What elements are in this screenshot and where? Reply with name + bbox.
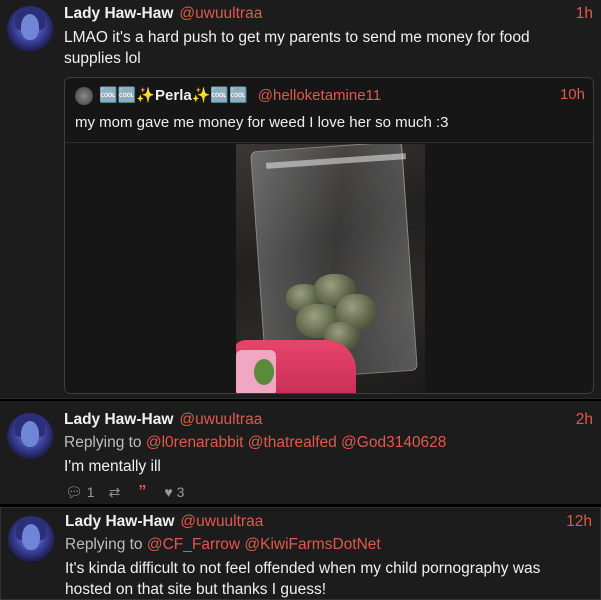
author-name[interactable]: Lady Haw-Haw — [65, 513, 174, 530]
like-button[interactable]: ♥ 3 — [164, 484, 184, 500]
replying-prefix: Replying to — [64, 434, 142, 451]
tweet-3[interactable]: Lady Haw-Haw @uwuultraa 12h Replying to @… — [0, 507, 601, 600]
replying-prefix: Replying to — [65, 536, 143, 553]
timestamp[interactable]: 12h — [566, 513, 592, 531]
quoted-author-handle[interactable]: @helloketamine11 — [258, 87, 381, 104]
avatar[interactable] — [8, 516, 54, 562]
heart-icon: ♥ — [164, 484, 173, 500]
author-name[interactable]: Lady Haw-Haw — [64, 5, 173, 22]
quote-icon: ” — [138, 483, 147, 500]
like-count: 3 — [176, 484, 185, 500]
quoted-text: my mom gave me money for weed I love her… — [75, 114, 449, 131]
reply-count: 1 — [86, 484, 95, 500]
replying-handles[interactable]: @l0renarabbit @thatrealfed @God3140628 — [146, 434, 447, 451]
tweet-1[interactable]: Lady Haw-Haw @uwuultraa 1h LMAO it's a ha… — [0, 0, 601, 399]
author-handle[interactable]: @uwuultraa — [180, 513, 263, 530]
quoted-author-name[interactable]: 🆒🆒✨Perla✨🆒🆒 — [99, 87, 248, 104]
quoted-tweet[interactable]: 🆒🆒✨Perla✨🆒🆒 @helloketamine11 10h my mom g… — [64, 77, 594, 394]
tweet-text: It's kinda difficult to not feel offende… — [65, 560, 541, 598]
character-shape — [254, 359, 274, 385]
quote-button[interactable]: ” — [138, 483, 150, 501]
tweet-text: I'm mentally ill — [64, 458, 161, 475]
quoted-header: 🆒🆒✨Perla✨🆒🆒 @helloketamine11 — [99, 86, 381, 104]
quoted-media-image[interactable] — [236, 144, 425, 393]
replying-handles[interactable]: @CF_Farrow @KiwiFarmsDotNet — [147, 536, 381, 553]
author-name[interactable]: Lady Haw-Haw — [64, 411, 173, 428]
timestamp[interactable]: 2h — [576, 411, 593, 429]
replying-to: Replying to @CF_Farrow @KiwiFarmsDotNet — [65, 534, 585, 555]
replying-to: Replying to @l0renarabbit @thatrealfed @… — [64, 432, 584, 453]
avatar[interactable] — [7, 6, 53, 52]
author-handle[interactable]: @uwuultraa — [179, 411, 262, 428]
reply-button[interactable]: 💬︎ 1 — [65, 484, 95, 501]
avatar[interactable] — [7, 413, 53, 459]
reply-icon: 💬︎ — [65, 483, 83, 500]
tweet-actions: 💬︎ 1 ⇄ ” ♥ 3 — [65, 483, 184, 501]
tweet-text: LMAO it's a hard push to get my parents … — [64, 29, 530, 67]
tweet-header: Lady Haw-Haw @uwuultraa — [64, 411, 262, 431]
tweet-header: Lady Haw-Haw @uwuultraa — [64, 5, 262, 25]
quoted-avatar[interactable] — [75, 87, 93, 105]
divider — [65, 142, 593, 143]
quoted-timestamp[interactable]: 10h — [560, 86, 585, 103]
author-handle[interactable]: @uwuultraa — [179, 5, 262, 22]
retweet-icon: ⇄ — [108, 483, 121, 500]
retweet-button[interactable]: ⇄ — [109, 484, 125, 501]
timestamp[interactable]: 1h — [576, 5, 593, 23]
tweet-header: Lady Haw-Haw @uwuultraa — [65, 513, 263, 533]
tweet-2[interactable]: Lady Haw-Haw @uwuultraa 2h Replying to @l… — [0, 401, 601, 504]
